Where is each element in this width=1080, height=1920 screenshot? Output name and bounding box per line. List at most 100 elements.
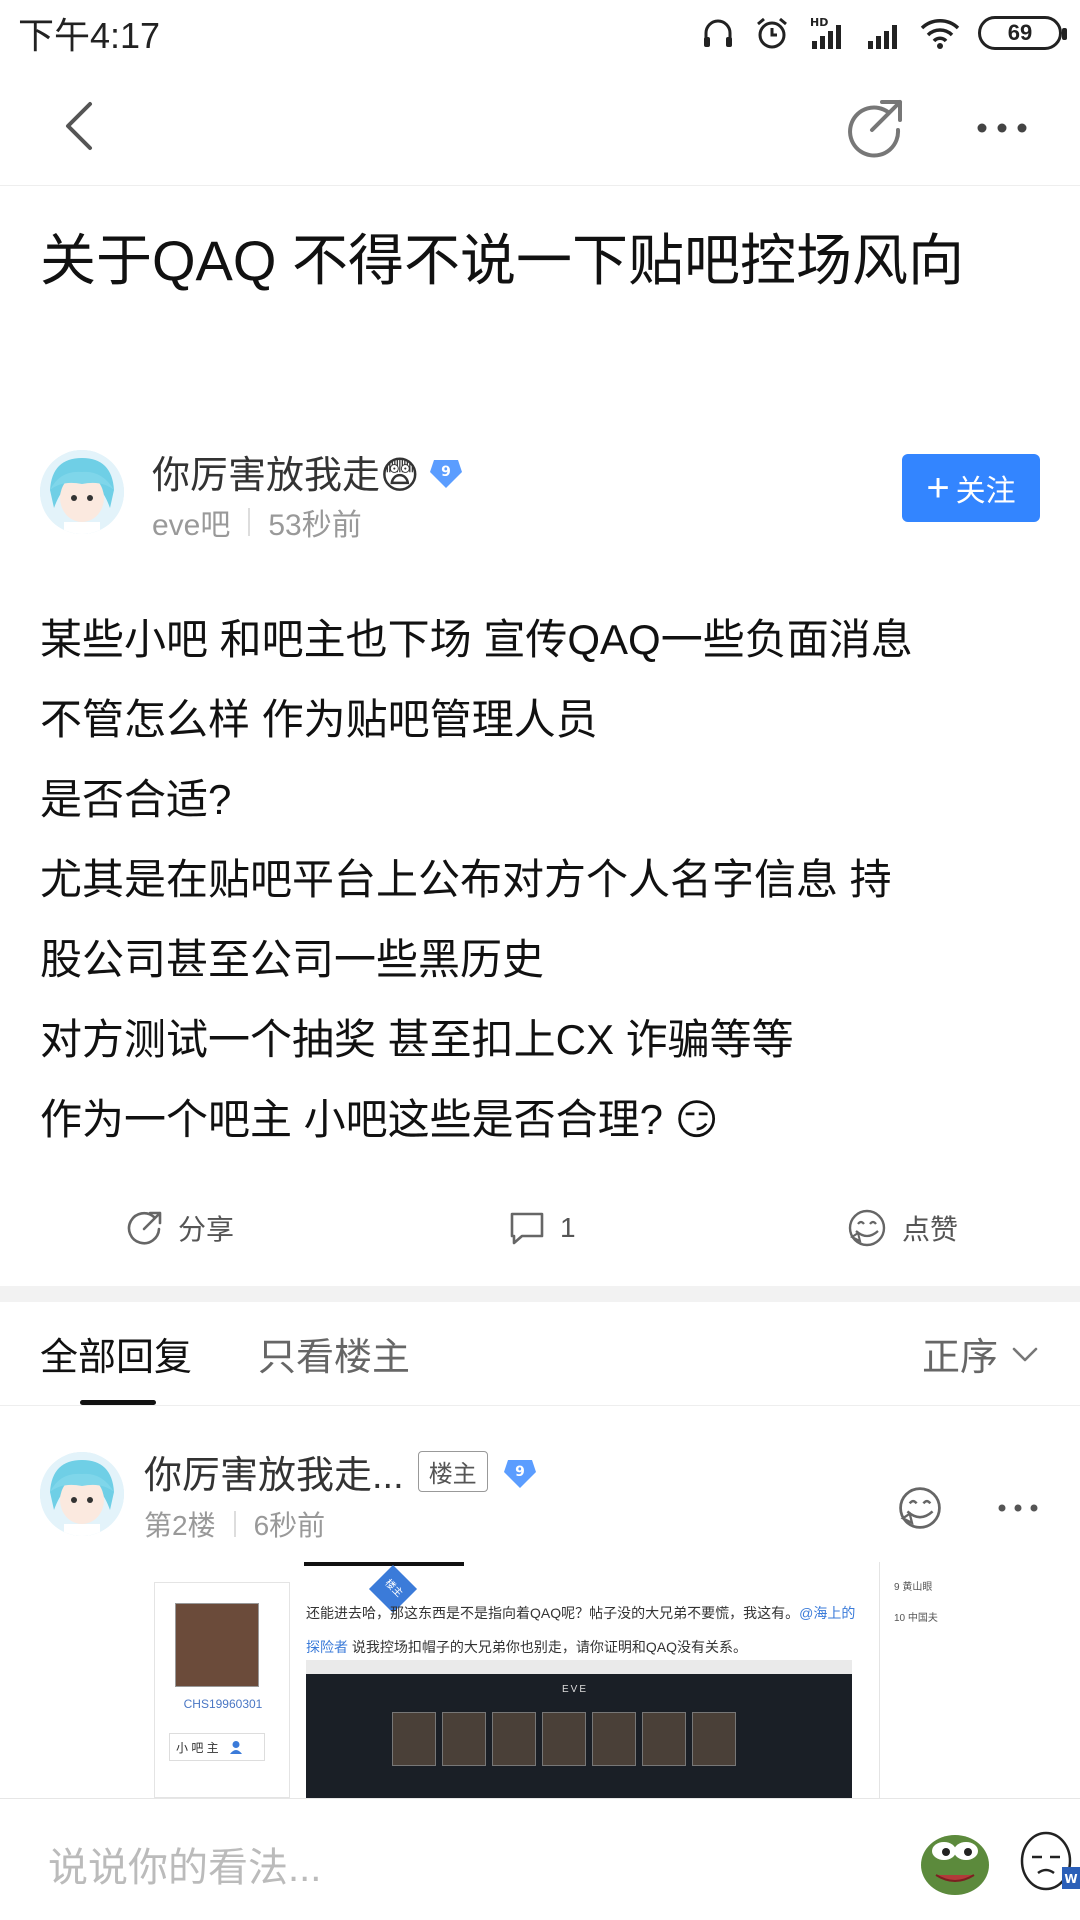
image-role-label: 小 吧 主	[176, 1740, 219, 1755]
image-user-card: CHS19960301 小 吧 主	[154, 1582, 290, 1798]
more-icon[interactable]	[970, 96, 1034, 160]
comment-icon	[510, 1212, 544, 1245]
post-body-line: 某些小吧 和吧主也下场 宣传QAQ一些负面消息	[40, 616, 913, 663]
reply-floor: 第2楼	[144, 1510, 216, 1541]
author-avatar[interactable]	[40, 450, 124, 534]
status-icons: HD 69	[700, 15, 1067, 51]
meta-divider	[233, 1511, 236, 1537]
reply-screenshot-image[interactable]: CHS19960301 小 吧 主 楼主 还能进去哈，那这东西是不是指向着QAQ…	[154, 1562, 984, 1798]
post-time: 53秒前	[268, 509, 362, 542]
image-ship	[442, 1712, 486, 1766]
sort-label: 正序	[921, 1337, 998, 1379]
image-post-text: 还能进去哈，那这东西是不是指向着QAQ呢？帖子没的大兄弟不要慌，我这有。@海上的…	[306, 1596, 866, 1664]
image-ship-list	[392, 1712, 736, 1766]
user-icon	[229, 1741, 242, 1754]
post-body-line: 不管怎么样 作为贴吧管理人员	[40, 696, 598, 743]
author-name[interactable]: 你厉害放我走😨	[152, 444, 420, 499]
share-icon	[127, 1211, 162, 1245]
post-body: 某些小吧 和吧主也下场 宣传QAQ一些负面消息 不管怎么样 作为贴吧管理人员 是…	[40, 600, 1050, 1160]
post-body-line: 是否合适?	[40, 776, 232, 823]
follow-label: 关注	[955, 475, 1016, 508]
sort-dropdown[interactable]: 正序	[922, 1326, 1040, 1381]
tab-all-replies[interactable]: 全部回复	[40, 1326, 192, 1381]
reply-avatar[interactable]	[40, 1452, 124, 1536]
meme-face-sticker-icon[interactable]: W	[1016, 1829, 1080, 1895]
post-title: 关于QAQ 不得不说一下贴吧控场风向	[40, 229, 965, 292]
more-icon[interactable]	[994, 1484, 1042, 1532]
alarm-icon	[757, 17, 787, 49]
image-user-role: 小 吧 主	[169, 1733, 265, 1761]
avatar-image	[40, 1452, 124, 1536]
image-ship	[542, 1712, 586, 1766]
post-body-line: 股公司甚至公司一些黑历史	[40, 936, 545, 983]
image-side-item: 9 黄山眼	[894, 1582, 933, 1593]
status-bar: 下午4:17 HD 69	[0, 0, 1080, 66]
author-row: 你厉害放我走😨 9 eve吧 53秒前 + 关注	[40, 438, 1040, 548]
follow-button[interactable]: + 关注	[902, 454, 1040, 522]
comment-action[interactable]: 1	[508, 1192, 576, 1264]
svg-text:W: W	[1064, 1872, 1077, 1886]
level-badge: 9	[428, 454, 464, 490]
comment-composer: 说说你的看法... W	[0, 1798, 1080, 1920]
svg-text:HD: HD	[810, 16, 828, 29]
reply-item: 你厉害放我走... 楼主 9 第2楼 6秒前 CHS19960301 小 吧 主…	[0, 1408, 1080, 1798]
share-action[interactable]: 分享	[126, 1192, 234, 1264]
image-text-1: 还能进去哈，那这东西是不是指向着QAQ呢？帖子没的大兄弟不要慌，我这有。	[306, 1605, 800, 1621]
author-name-row: 你厉害放我走😨 9	[152, 444, 464, 499]
section-divider	[0, 1286, 1080, 1302]
status-time: 下午4:17	[18, 15, 161, 56]
image-ship	[592, 1712, 636, 1766]
frog-sticker-icon[interactable]	[918, 1821, 992, 1899]
reply-time: 6秒前	[253, 1510, 326, 1541]
avatar-image	[40, 450, 124, 534]
post-action-bar: 分享 1 点赞	[0, 1192, 1080, 1264]
tab-owner-only[interactable]: 只看楼主	[258, 1326, 410, 1381]
level-badge: 9	[502, 1454, 538, 1490]
reply-author-name[interactable]: 你厉害放我走...	[144, 1444, 404, 1499]
share-label: 分享	[178, 1214, 235, 1245]
headphones-icon	[704, 19, 732, 47]
image-ship	[692, 1712, 736, 1766]
forum-name[interactable]: eve吧	[152, 500, 230, 544]
image-side-item: 10 中国夫	[894, 1613, 938, 1624]
image-post-content: 楼主 还能进去哈，那这东西是不是指向着QAQ呢？帖子没的大兄弟不要慌，我这有。@…	[290, 1562, 880, 1798]
like-label: 点赞	[902, 1214, 959, 1245]
reply-meta: 第2楼 6秒前	[144, 1504, 325, 1544]
image-ship	[642, 1712, 686, 1766]
battery-level: 69	[1007, 20, 1033, 45]
image-game-logo: EVE	[562, 1684, 589, 1695]
like-icon	[848, 1209, 886, 1247]
image-game-screenshot: EVE	[306, 1660, 852, 1798]
comment-count: 1	[560, 1212, 576, 1243]
post-body-line: 尤其是在贴吧平台上公布对方个人名字信息 持	[40, 856, 892, 903]
comment-input[interactable]: 说说你的看法...	[48, 1835, 321, 1893]
reply-name-row: 你厉害放我走... 楼主 9	[144, 1444, 538, 1499]
wifi-icon	[920, 19, 960, 49]
like-icon[interactable]	[896, 1484, 944, 1532]
nav-bar	[0, 66, 1080, 186]
level-number: 9	[515, 1464, 525, 1480]
like-action[interactable]: 点赞	[846, 1192, 958, 1264]
tab-indicator	[80, 1400, 156, 1405]
image-portrait	[175, 1603, 259, 1687]
hd-signal-icon: HD	[810, 16, 841, 49]
author-meta: eve吧 53秒前	[152, 500, 362, 544]
chevron-left-icon[interactable]	[52, 96, 112, 156]
post-body-line: 作为一个吧主 小吧这些是否合理? 😏	[40, 1096, 719, 1143]
share-icon[interactable]	[842, 96, 906, 160]
post-body-line: 对方测试一个抽奖 甚至扣上CX 诈骗等等	[40, 1016, 794, 1063]
reply-tabs: 全部回复 只看楼主 正序	[0, 1302, 1080, 1406]
image-ship	[492, 1712, 536, 1766]
chevron-down-icon	[1012, 1347, 1038, 1361]
image-text-2: 说我控场扣帽子的大兄弟你也别走，请你证明和QAQ没有关系。	[351, 1639, 748, 1655]
level-number: 9	[441, 464, 451, 480]
image-browser-bar	[306, 1660, 852, 1674]
plus-icon: +	[926, 466, 950, 510]
owner-tag: 楼主	[417, 1451, 488, 1492]
signal-icon	[868, 25, 897, 49]
image-side-list: 9 黄山眼 10 中国夫	[880, 1562, 984, 1798]
image-user-id: CHS19960301	[183, 1697, 263, 1711]
image-ship	[392, 1712, 436, 1766]
battery-icon: 69	[978, 16, 1067, 50]
meta-divider	[248, 508, 251, 536]
